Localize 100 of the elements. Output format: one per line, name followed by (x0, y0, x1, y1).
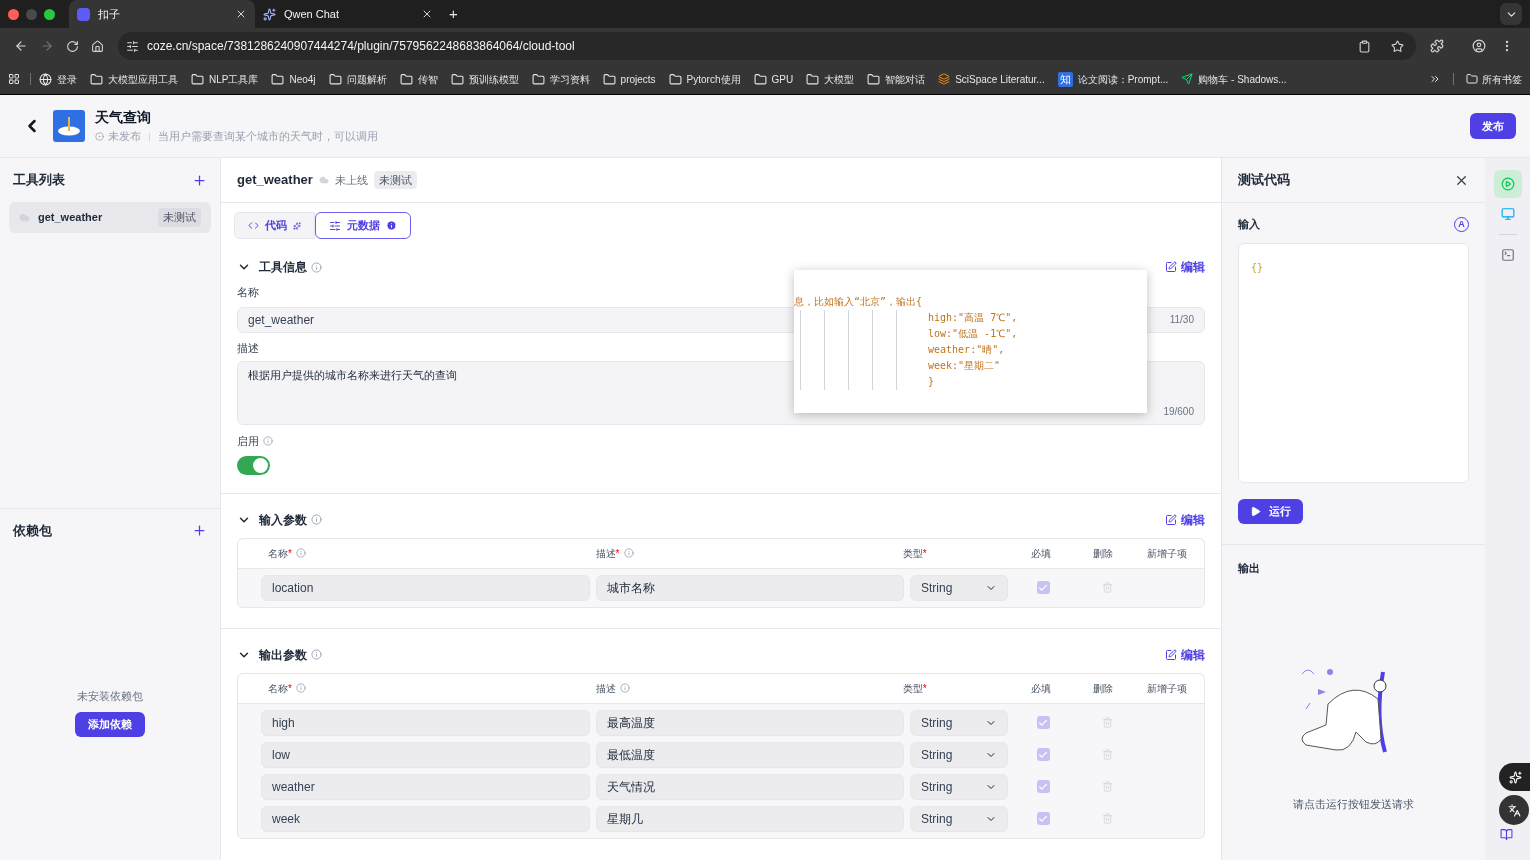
bookmark[interactable]: 预训练模型 (450, 71, 519, 87)
bookmark[interactable]: NLP工具库 (191, 71, 259, 87)
bookmark[interactable]: 知 论文阅读：Prompt... (1057, 71, 1169, 87)
browser-tab[interactable]: Qwen Chat (255, 0, 441, 28)
name-field[interactable]: weather (261, 773, 590, 800)
folder-icon (806, 72, 820, 86)
play-icon (1250, 505, 1261, 517)
required-checkbox[interactable] (1036, 716, 1050, 729)
info-icon (311, 514, 322, 525)
required-checkbox[interactable] (1036, 812, 1050, 825)
tool-item[interactable]: get_weather 未测试 (9, 202, 211, 233)
name-field[interactable]: location (261, 574, 590, 601)
publish-status: 未发布 (108, 129, 141, 145)
extensions-icon[interactable] (1430, 39, 1444, 53)
required-checkbox[interactable] (1036, 780, 1050, 793)
name-field[interactable]: low (261, 741, 590, 768)
maximize-window-icon[interactable] (44, 8, 55, 20)
code-icon (248, 220, 259, 231)
name-field[interactable]: week (261, 805, 590, 832)
bookmark[interactable]: 问题解析 (328, 71, 387, 87)
description-field[interactable]: 最高温度 (596, 709, 904, 736)
new-tab-button[interactable]: + (449, 2, 458, 26)
globe-icon (39, 72, 52, 86)
bookmark[interactable]: 传智 (399, 71, 438, 87)
folder-icon (328, 72, 342, 86)
bookmark[interactable]: 智能对话 (867, 71, 926, 87)
required-checkbox[interactable] (1036, 581, 1050, 594)
paper-plane-icon (1181, 73, 1194, 85)
profile-icon[interactable] (1472, 39, 1486, 53)
type-select[interactable]: String (910, 709, 1008, 736)
bookmark[interactable]: 大模型应用工具 (90, 71, 178, 87)
description-field[interactable]: 星期几 (596, 805, 904, 832)
bookmark[interactable]: GPU (753, 71, 794, 87)
more-bookmarks-icon[interactable] (1429, 73, 1441, 85)
bookmark[interactable]: projects (602, 71, 656, 87)
column-header: 名称 (268, 681, 288, 696)
add-dependency-icon[interactable] (192, 523, 207, 538)
column-header: 必填 (1030, 681, 1051, 696)
bookmark[interactable]: 登录 (39, 71, 77, 87)
app-icon (77, 7, 90, 21)
column-header: 新增子项 (1146, 546, 1187, 561)
bookmark[interactable]: Neo4j (271, 71, 316, 87)
description-field[interactable]: 最低温度 (596, 741, 904, 768)
bookmark[interactable]: Pytorch使用 (668, 71, 741, 87)
apps-icon[interactable] (8, 73, 20, 85)
column-header: 新增子项 (1146, 681, 1187, 696)
bookmark-star-icon[interactable] (1391, 39, 1404, 53)
field-label: 名称 (237, 285, 259, 300)
column-header: 删除 (1093, 681, 1114, 696)
forward-icon[interactable] (40, 39, 54, 53)
description-field[interactable]: 城市名称 (596, 574, 904, 601)
home-icon[interactable] (91, 39, 104, 53)
bookmark[interactable]: 大模型 (806, 71, 855, 87)
add-dependency-button[interactable]: 添加依赖 (75, 711, 145, 737)
field-label: 启用 (237, 434, 259, 449)
add-tool-icon[interactable] (192, 172, 207, 188)
publish-button[interactable]: 发布 (1470, 113, 1516, 139)
browser-tab[interactable]: 扣子 (69, 0, 255, 28)
folder-icon (271, 72, 285, 86)
edit-button[interactable]: 编辑 (1165, 258, 1205, 276)
required-checkbox[interactable] (1036, 748, 1050, 761)
close-icon[interactable] (421, 8, 433, 20)
translate-icon[interactable] (1507, 803, 1521, 817)
info-icon (311, 261, 322, 273)
type-select[interactable]: String (910, 805, 1008, 832)
address-bar[interactable]: coze.cn/space/7381286240907444274/plugin/7579562248683864064/cloud-tool (118, 32, 1416, 60)
enable-toggle[interactable] (237, 455, 270, 475)
type-select[interactable]: String (910, 741, 1008, 768)
reader-icon[interactable] (1500, 828, 1513, 841)
mode-tab[interactable]: 元数据 (315, 212, 411, 239)
sparkle-icon[interactable] (1508, 770, 1522, 784)
type-select[interactable]: String (910, 773, 1008, 800)
all-bookmarks[interactable]: 所有书签 (1466, 71, 1522, 87)
status-badge: 未测试 (158, 208, 201, 227)
terminal-icon[interactable] (1500, 248, 1515, 262)
field-label: 输入 (1238, 217, 1260, 232)
field-label: 输出 (1238, 561, 1260, 574)
bookmark[interactable]: 购物车 - Shadows... (1181, 71, 1287, 87)
section-title: 输入参数 (259, 511, 307, 529)
status-icon (95, 132, 104, 141)
edit-button[interactable]: 编辑 (1165, 510, 1205, 529)
reload-icon[interactable] (66, 39, 79, 53)
bookmark[interactable]: SciSpace Literatur... (938, 71, 1045, 87)
required-mark: * (288, 681, 292, 696)
close-icon[interactable] (235, 8, 247, 20)
type-select[interactable]: String (910, 574, 1008, 601)
folder-icon (531, 72, 545, 86)
column-header: 描述 (595, 546, 616, 561)
folder-icon (450, 72, 464, 86)
close-window-icon[interactable] (8, 8, 19, 20)
edit-button[interactable]: 编辑 (1165, 645, 1205, 664)
description-field[interactable]: 天气情况 (596, 773, 904, 800)
column-header: 类型 (902, 546, 923, 561)
mode-tab[interactable]: 代码 (234, 212, 315, 239)
clipboard-icon[interactable] (1358, 39, 1371, 53)
name-field[interactable]: high (261, 709, 590, 736)
site-settings-icon[interactable] (126, 39, 139, 53)
bookmark[interactable]: 学习资料 (531, 71, 590, 87)
run-button[interactable]: 运行 (1238, 498, 1303, 524)
back-icon[interactable] (14, 39, 28, 53)
